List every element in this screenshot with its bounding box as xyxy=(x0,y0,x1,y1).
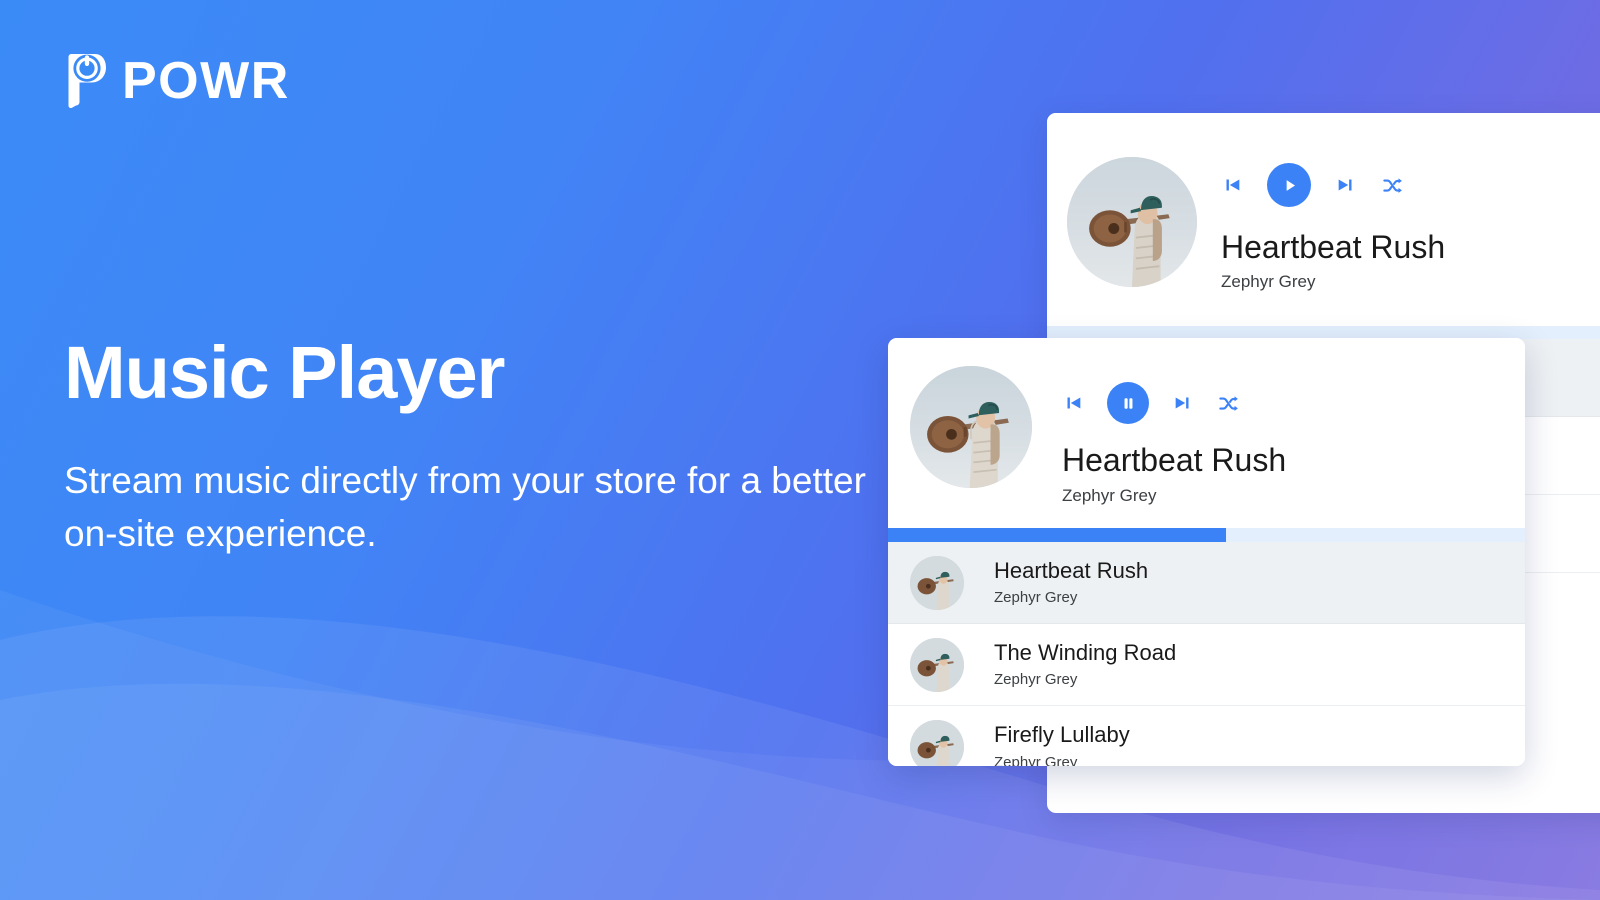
shuffle-button[interactable] xyxy=(1381,174,1404,197)
powr-wordmark: POWR xyxy=(122,52,290,110)
next-button[interactable] xyxy=(1172,392,1194,414)
progress-fill xyxy=(888,528,1226,543)
album-art xyxy=(1067,157,1197,287)
list-item[interactable]: Firefly Lullaby Zephyr Grey xyxy=(888,706,1525,766)
track-artist: Zephyr Grey xyxy=(994,671,1078,689)
now-playing-details: Heartbeat Rush Zephyr Grey xyxy=(1032,366,1525,506)
transport-controls xyxy=(1221,163,1600,207)
powr-power-p-icon xyxy=(62,54,106,109)
track-thumbnail xyxy=(910,637,964,692)
list-item[interactable]: The Winding Road Zephyr Grey xyxy=(888,624,1525,707)
play-button[interactable] xyxy=(1267,163,1311,207)
next-button[interactable] xyxy=(1335,174,1357,196)
powr-logo[interactable]: POWR xyxy=(62,52,290,110)
track-artist: Zephyr Grey xyxy=(994,589,1078,607)
music-player-card-front[interactable]: Heartbeat Rush Zephyr Grey Heartbeat Rus… xyxy=(888,338,1525,766)
now-playing-title: Heartbeat Rush xyxy=(1221,229,1446,265)
page-title: Music Player xyxy=(64,331,505,414)
track-artist: Zephyr Grey xyxy=(994,753,1078,766)
pause-button[interactable] xyxy=(1107,382,1149,424)
track-title: Firefly Lullaby xyxy=(994,722,1130,748)
track-text: The Winding Road Zephyr Grey xyxy=(964,640,1176,689)
previous-button[interactable] xyxy=(1221,174,1243,196)
track-thumbnail xyxy=(910,555,964,610)
previous-button[interactable] xyxy=(1062,392,1084,414)
album-art xyxy=(910,366,1032,488)
now-playing-details: Heartbeat Rush Zephyr Grey xyxy=(1197,157,1600,292)
hero-copy: Music Player Stream music directly from … xyxy=(64,334,904,561)
now-playing-section: Heartbeat Rush Zephyr Grey xyxy=(888,338,1525,529)
page-subtitle: Stream music directly from your store fo… xyxy=(64,459,866,555)
track-text: Heartbeat Rush Zephyr Grey xyxy=(964,558,1148,607)
track-text: Firefly Lullaby Zephyr Grey xyxy=(964,722,1130,766)
shuffle-button[interactable] xyxy=(1217,392,1240,415)
now-playing-title: Heartbeat Rush xyxy=(1062,442,1287,478)
transport-controls xyxy=(1062,382,1525,424)
now-playing-section: Heartbeat Rush Zephyr Grey xyxy=(1047,113,1600,327)
now-playing-artist: Zephyr Grey xyxy=(1062,485,1157,505)
list-item[interactable]: Heartbeat Rush Zephyr Grey xyxy=(888,542,1525,625)
track-title: Heartbeat Rush xyxy=(994,557,1149,583)
track-title: The Winding Road xyxy=(994,639,1177,665)
track-thumbnail xyxy=(910,720,964,766)
progress-bar[interactable] xyxy=(888,528,1525,543)
now-playing-artist: Zephyr Grey xyxy=(1221,271,1316,291)
playlist: Heartbeat Rush Zephyr Grey The Winding R… xyxy=(888,542,1525,766)
